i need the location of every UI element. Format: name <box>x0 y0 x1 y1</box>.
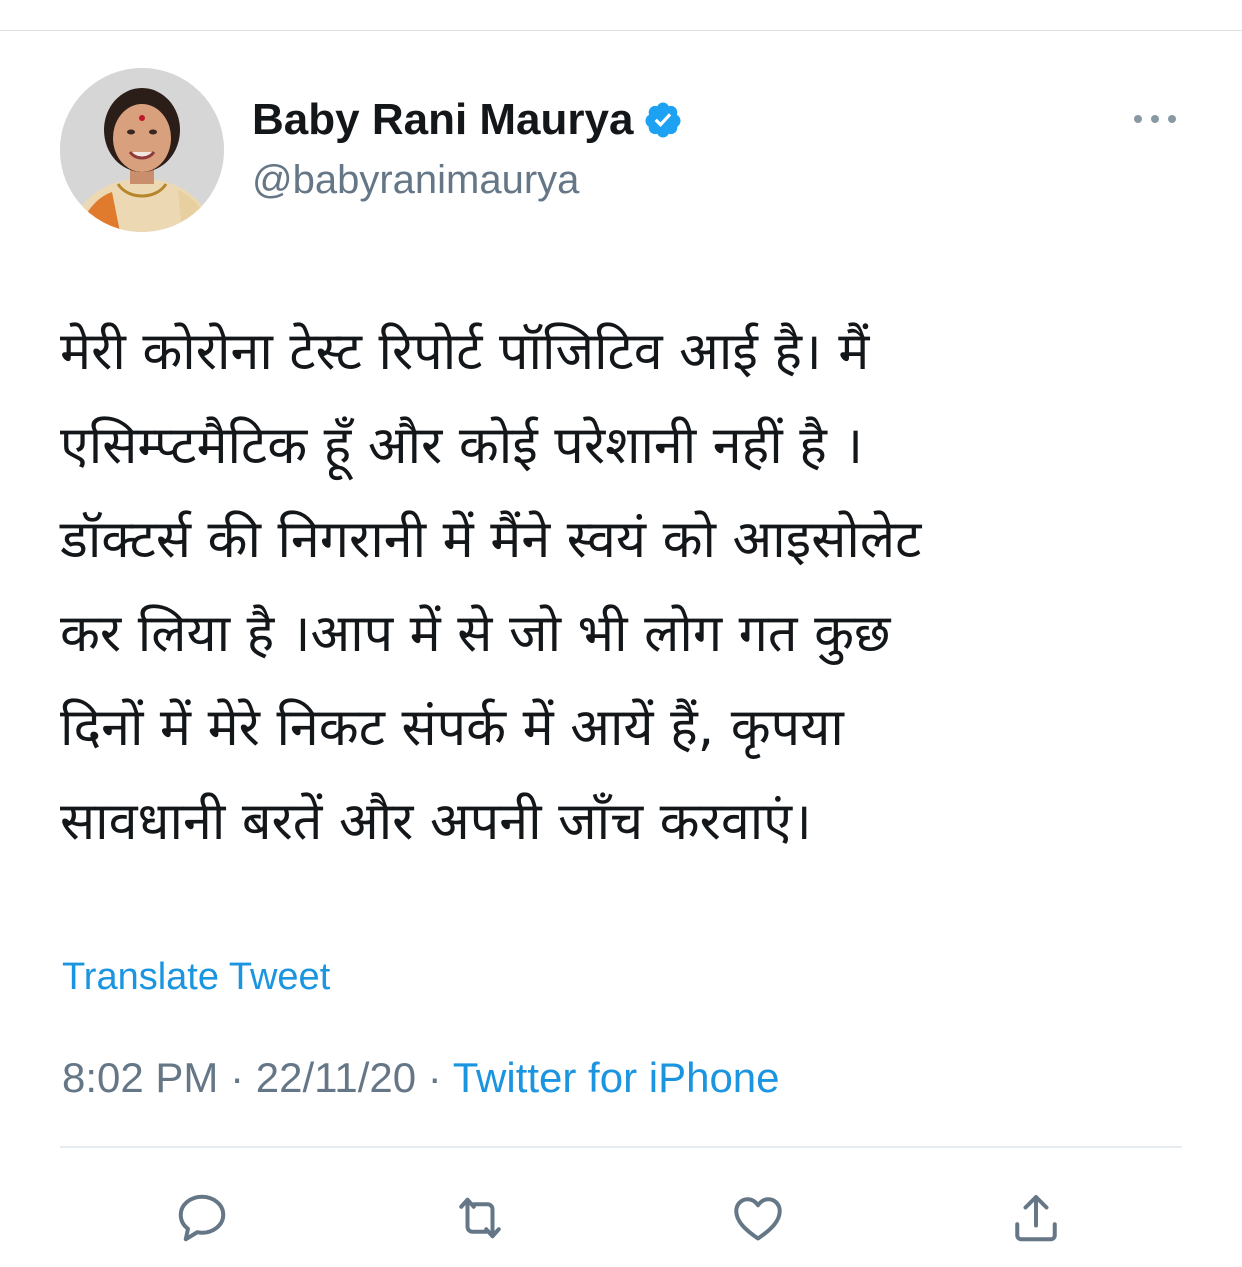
tweet-text-line: कर लिया है ।आप में से जो भी लोग गत कुछ <box>60 604 891 664</box>
like-button[interactable] <box>718 1178 798 1258</box>
tweet-actions <box>0 1178 1242 1258</box>
verified-badge-icon <box>645 102 681 138</box>
translate-tweet-link[interactable]: Translate Tweet <box>62 952 330 1002</box>
display-name[interactable]: Baby Rani Maurya <box>252 92 633 148</box>
meta-separator: · <box>218 1054 256 1101</box>
tweet-text-line: सावधानी बरतें और अपनी जाँच करवाएं। <box>60 792 812 852</box>
tweet-time: 8:02 PM <box>62 1054 219 1101</box>
reply-button[interactable] <box>162 1178 242 1258</box>
actions-divider <box>60 1146 1182 1148</box>
reply-icon <box>178 1194 226 1242</box>
avatar[interactable] <box>60 68 224 232</box>
tweet-text-line: मेरी कोरोना टेस्ट रिपोर्ट पॉजिटिव आई है।… <box>60 322 870 382</box>
retweet-icon <box>459 1197 501 1239</box>
more-icon[interactable] <box>1130 106 1180 132</box>
display-name-row[interactable]: Baby Rani Maurya <box>252 92 683 148</box>
top-divider <box>0 30 1242 31</box>
like-icon <box>734 1197 782 1241</box>
tweet-text-line: डॉक्टर्स की निगरानी में मैंने स्वयं को आ… <box>60 510 922 570</box>
tweet-text-line: एसिम्प्टमैटिक हूँ और कोई परेशानी नहीं है… <box>60 416 864 476</box>
share-icon <box>1015 1195 1057 1242</box>
tweet-text: मेरी कोरोना टेस्ट रिपोर्ट पॉजिटिव आई है।… <box>60 305 1190 869</box>
tweet-text-line: दिनों में मेरे निकट संपर्क में आयें हैं,… <box>60 698 844 758</box>
tweet-source-link[interactable]: Twitter for iPhone <box>453 1054 780 1101</box>
meta-separator: · <box>416 1054 453 1101</box>
tweet-meta: 8:02 PM · 22/11/20 · Twitter for iPhone <box>62 1050 780 1106</box>
user-handle[interactable]: @babyranimaurya <box>252 154 579 206</box>
retweet-button[interactable] <box>440 1178 520 1258</box>
share-button[interactable] <box>996 1178 1076 1258</box>
tweet-date: 22/11/20 <box>255 1054 417 1101</box>
